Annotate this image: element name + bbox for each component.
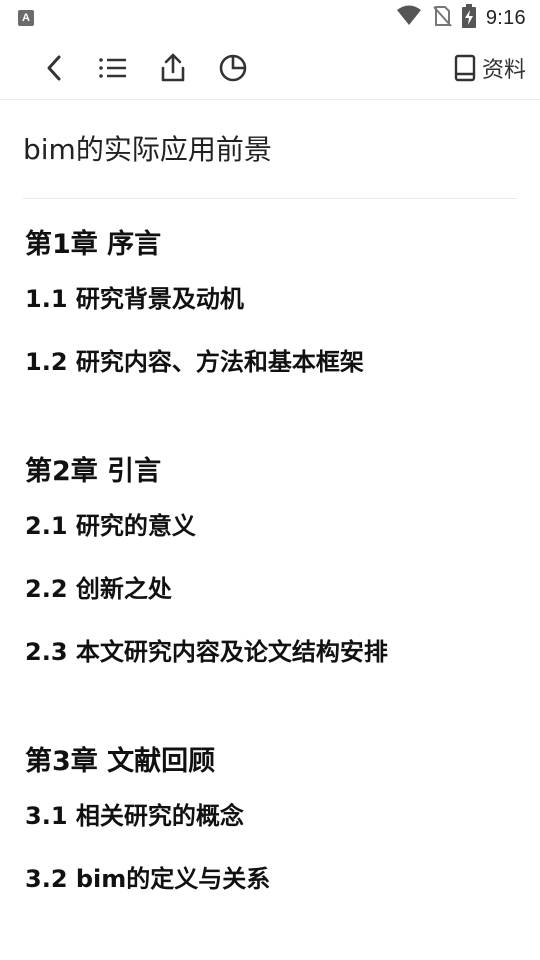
stats-button[interactable] [217,52,249,84]
app-notification-icon: A [18,10,34,26]
chapter-title[interactable]: 第3章 文献回顾 [25,739,520,785]
status-bar: A 9:16 [0,0,540,36]
pie-chart-icon [219,54,247,82]
section-item[interactable]: 2.3 本文研究内容及论文结构安排 [25,621,520,684]
document-title: bim的实际应用前景 [23,133,272,166]
section-item[interactable]: 2.1 研究的意义 [25,495,520,558]
share-icon [161,53,185,82]
section-item[interactable]: 3.1 相关研究的概念 [25,785,520,848]
battery-charging-icon [461,3,476,33]
clock-time: 9:16 [485,6,526,29]
chapter-title[interactable]: 第1章 序言 [25,222,520,268]
table-of-contents: 第1章 序言 1.1 研究背景及动机 1.2 研究内容、方法和基本框架 第2章 … [25,222,520,911]
section-item[interactable]: 1.2 研究内容、方法和基本框架 [25,331,520,394]
back-button[interactable] [38,52,70,84]
wifi-icon [396,5,422,32]
top-toolbar: 资料 [0,36,540,100]
share-button[interactable] [157,52,189,84]
chapter-2: 第2章 引言 2.1 研究的意义 2.2 创新之处 2.3 本文研究内容及论文结… [25,449,520,684]
chapter-1: 第1章 序言 1.1 研究背景及动机 1.2 研究内容、方法和基本框架 [25,222,520,394]
chevron-left-icon [47,55,61,81]
list-icon [99,58,126,78]
toc-button[interactable] [97,52,129,84]
resource-button[interactable]: 资料 [454,52,526,84]
section-item[interactable]: 1.1 研究背景及动机 [25,268,520,331]
no-sim-icon [432,5,452,32]
section-item[interactable]: 3.2 bim的定义与关系 [25,848,520,911]
resource-label: 资料 [481,57,526,82]
chapter-3: 第3章 文献回顾 3.1 相关研究的概念 3.2 bim的定义与关系 [25,739,520,911]
chapter-title[interactable]: 第2章 引言 [25,449,520,495]
book-icon [454,54,476,82]
title-divider [23,198,517,199]
section-item[interactable]: 2.2 创新之处 [25,558,520,621]
